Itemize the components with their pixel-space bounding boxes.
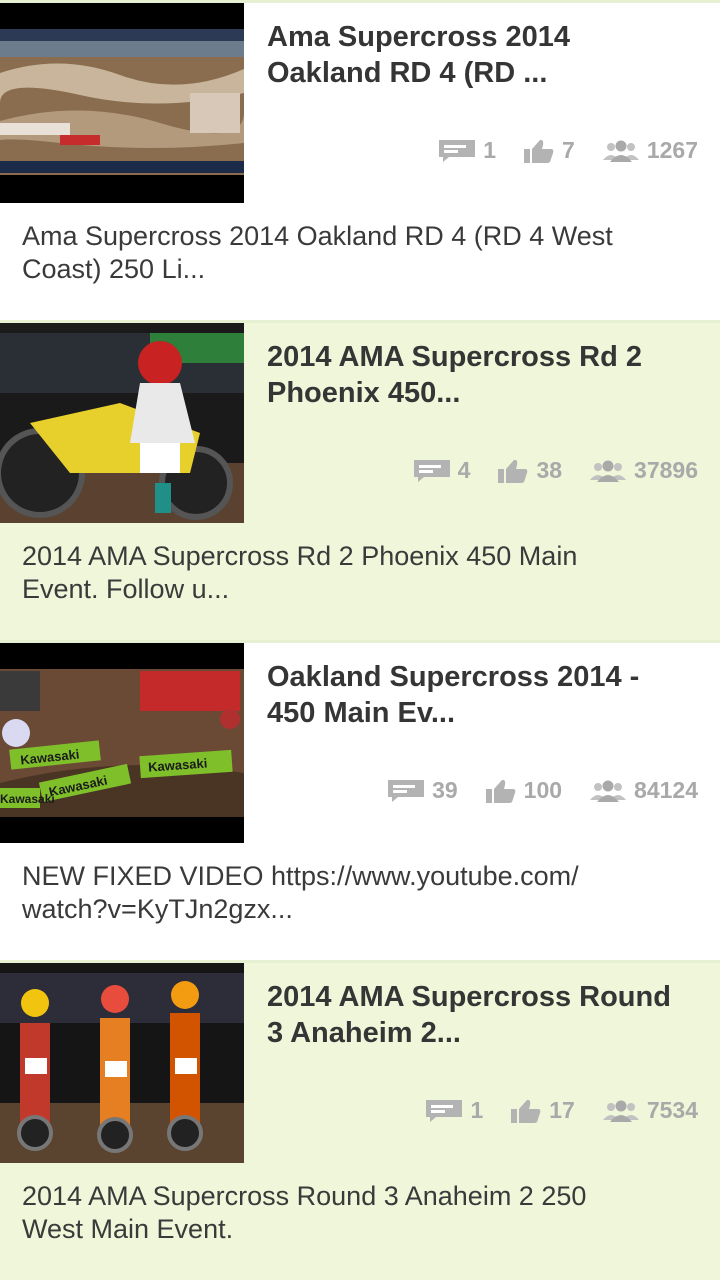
view-count: 7534 (602, 1097, 698, 1124)
like-count-value: 100 (523, 777, 563, 803)
video-stats: 1 7 1267 (439, 137, 698, 164)
comment-count: 1 (439, 137, 496, 164)
video-title[interactable]: 2014 AMA Supercross Rd 2 Phoenix 450... (267, 339, 697, 411)
video-thumbnail[interactable]: Kawasaki Kawasaki Kawasaki Kawasaki (0, 643, 244, 843)
viewers-icon (590, 460, 627, 482)
like-count: 17 (511, 1097, 575, 1124)
video-title[interactable]: 2014 AMA Supercross Round 3 Anaheim 2... (267, 979, 697, 1051)
comment-count: 4 (413, 457, 471, 484)
video-description: NEW FIXED VIDEO https://www.youtube.com/… (22, 861, 579, 924)
like-count: 100 (485, 777, 563, 804)
comment-icon (413, 459, 450, 482)
video-thumbnail[interactable] (0, 963, 244, 1163)
like-count-value: 7 (562, 137, 575, 163)
video-stats: 4 38 37896 (413, 457, 698, 484)
thumbs-up-icon (498, 459, 528, 483)
comment-icon (388, 779, 425, 802)
video-description: 2014 AMA Supercross Rd 2 Phoenix 450 Mai… (22, 541, 578, 604)
thumbs-up-icon (511, 1099, 541, 1123)
video-thumbnail[interactable] (0, 323, 244, 523)
like-count-value: 17 (549, 1097, 575, 1123)
thumbs-up-icon (524, 139, 554, 163)
view-count-value: 84124 (634, 777, 698, 803)
thumbnail-image: Kawasaki Kawasaki Kawasaki Kawasaki (0, 643, 244, 843)
video-title[interactable]: Ama Supercross 2014 Oakland RD 4 (RD ... (267, 19, 697, 91)
view-count-value: 37896 (634, 457, 698, 483)
like-count-value: 38 (536, 457, 563, 483)
thumbnail-image (0, 3, 244, 203)
view-count-value: 7534 (646, 1097, 698, 1123)
video-stats: 39 100 84124 (388, 777, 698, 804)
video-item[interactable]: Ama Supercross 2014 Oakland RD 4 (RD ...… (0, 0, 720, 320)
like-count: 7 (524, 137, 575, 164)
kawasaki-banner-4: Kawasaki (0, 792, 55, 806)
comment-count-value: 39 (432, 777, 458, 803)
comment-count: 1 (426, 1097, 483, 1124)
viewers-icon (602, 1100, 639, 1122)
view-count: 37896 (590, 457, 698, 484)
video-item[interactable]: Kawasaki Kawasaki Kawasaki Kawasaki Oakl… (0, 640, 720, 960)
comment-count-value: 4 (457, 457, 471, 483)
thumbnail-image (0, 963, 244, 1163)
thumbnail-image (0, 323, 244, 523)
video-list: Ama Supercross 2014 Oakland RD 4 (RD ...… (0, 0, 720, 1280)
like-count: 38 (498, 457, 562, 484)
video-thumbnail[interactable] (0, 3, 244, 203)
view-count: 84124 (590, 777, 698, 804)
comment-count: 39 (388, 777, 458, 804)
viewers-icon (590, 780, 627, 802)
video-item[interactable]: 2014 AMA Supercross Rd 2 Phoenix 450... … (0, 320, 720, 640)
video-stats: 1 17 7534 (426, 1097, 698, 1124)
video-description: 2014 AMA Supercross Round 3 Anaheim 2 25… (22, 1181, 587, 1244)
thumbs-up-icon (485, 779, 515, 803)
video-title[interactable]: Oakland Supercross 2014 - 450 Main Ev... (267, 659, 697, 731)
view-count-value: 1267 (646, 137, 698, 163)
video-item[interactable]: 2014 AMA Supercross Round 3 Anaheim 2...… (0, 960, 720, 1280)
comment-icon (439, 139, 476, 162)
comment-count-value: 1 (470, 1097, 484, 1123)
view-count: 1267 (602, 137, 698, 164)
video-description: Ama Supercross 2014 Oakland RD 4 (RD 4 W… (22, 221, 613, 284)
comment-count-value: 1 (483, 137, 497, 163)
comment-icon (426, 1099, 463, 1122)
viewers-icon (602, 140, 639, 162)
